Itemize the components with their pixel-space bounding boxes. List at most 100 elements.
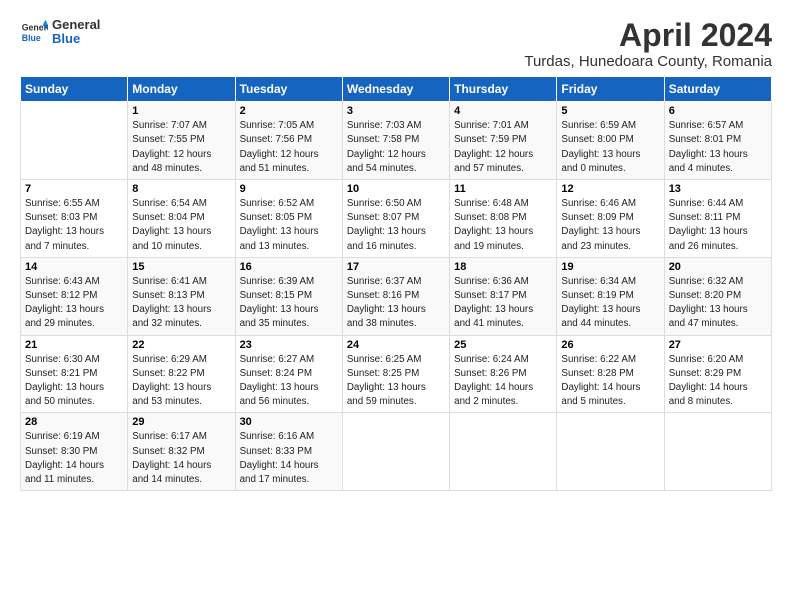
- day-info: Sunrise: 7:07 AM Sunset: 7:55 PM Dayligh…: [132, 119, 230, 176]
- day-number: 18: [454, 261, 552, 273]
- day-cell: 19Sunrise: 6:34 AM Sunset: 8:19 PM Dayli…: [557, 257, 664, 335]
- day-info: Sunrise: 6:43 AM Sunset: 8:12 PM Dayligh…: [25, 275, 123, 332]
- week-row-4: 21 Sunrise: 6:30 AM Sunset: 8:21 PM Dayli…: [21, 335, 772, 413]
- day-info: Sunrise: 6:29 AM Sunset: 8:22 PM Dayligh…: [132, 353, 230, 410]
- day-cell: 25 Sunrise: 6:24 AM Sunset: 8:26 PM Dayli…: [450, 335, 557, 413]
- day-info: Sunrise: 6:25 AM Sunset: 8:25 PM Dayligh…: [347, 353, 445, 410]
- logo-blue: Blue: [52, 32, 100, 46]
- day-cell: 27Sunrise: 6:20 AM Sunset: 8:29 PM Dayli…: [664, 335, 771, 413]
- day-cell: 20 Sunrise: 6:32 AM Sunset: 8:20 PM Dayli…: [664, 257, 771, 335]
- week-row-1: 1Sunrise: 7:07 AM Sunset: 7:55 PM Daylig…: [21, 102, 772, 180]
- day-info: Sunrise: 6:57 AM Sunset: 8:01 PM Dayligh…: [669, 119, 767, 176]
- day-cell: 1Sunrise: 7:07 AM Sunset: 7:55 PM Daylig…: [128, 102, 235, 180]
- day-info: Sunrise: 6:48 AM Sunset: 8:08 PM Dayligh…: [454, 197, 552, 254]
- day-cell: 4Sunrise: 7:01 AM Sunset: 7:59 PM Daylig…: [450, 102, 557, 180]
- day-cell: 8 Sunrise: 6:54 AM Sunset: 8:04 PM Daylig…: [128, 180, 235, 258]
- header-row: SundayMondayTuesdayWednesdayThursdayFrid…: [21, 77, 772, 102]
- day-number: 2: [240, 105, 338, 117]
- day-info: Sunrise: 6:37 AM Sunset: 8:16 PM Dayligh…: [347, 275, 445, 332]
- col-header-thursday: Thursday: [450, 77, 557, 102]
- day-info: Sunrise: 6:41 AM Sunset: 8:13 PM Dayligh…: [132, 275, 230, 332]
- day-cell: 5Sunrise: 6:59 AM Sunset: 8:00 PM Daylig…: [557, 102, 664, 180]
- day-number: 6: [669, 105, 767, 117]
- day-cell: 24 Sunrise: 6:25 AM Sunset: 8:25 PM Dayli…: [342, 335, 449, 413]
- col-header-monday: Monday: [128, 77, 235, 102]
- day-info: Sunrise: 6:54 AM Sunset: 8:04 PM Dayligh…: [132, 197, 230, 254]
- day-cell: 13 Sunrise: 6:44 AM Sunset: 8:11 PM Dayli…: [664, 180, 771, 258]
- day-number: 29: [132, 416, 230, 428]
- day-info: Sunrise: 6:27 AM Sunset: 8:24 PM Dayligh…: [240, 353, 338, 410]
- day-info: Sunrise: 6:50 AM Sunset: 8:07 PM Dayligh…: [347, 197, 445, 254]
- col-header-saturday: Saturday: [664, 77, 771, 102]
- day-number: 4: [454, 105, 552, 117]
- day-info: Sunrise: 6:19 AM Sunset: 8:30 PM Dayligh…: [25, 430, 123, 487]
- day-number: 26: [561, 339, 659, 351]
- day-number: 24: [347, 339, 445, 351]
- day-number: 25: [454, 339, 552, 351]
- day-number: 13: [669, 183, 767, 195]
- day-info: Sunrise: 6:36 AM Sunset: 8:17 PM Dayligh…: [454, 275, 552, 332]
- logo-general: General: [52, 18, 100, 32]
- day-number: 23: [240, 339, 338, 351]
- day-info: Sunrise: 6:16 AM Sunset: 8:33 PM Dayligh…: [240, 430, 338, 487]
- day-info: Sunrise: 6:44 AM Sunset: 8:11 PM Dayligh…: [669, 197, 767, 254]
- day-cell: 11 Sunrise: 6:48 AM Sunset: 8:08 PM Dayli…: [450, 180, 557, 258]
- page: General Blue General Blue April 2024 Tur…: [0, 0, 792, 612]
- day-cell: [664, 413, 771, 491]
- day-info: Sunrise: 6:46 AM Sunset: 8:09 PM Dayligh…: [561, 197, 659, 254]
- day-info: Sunrise: 7:03 AM Sunset: 7:58 PM Dayligh…: [347, 119, 445, 176]
- day-cell: 23 Sunrise: 6:27 AM Sunset: 8:24 PM Dayli…: [235, 335, 342, 413]
- day-cell: 26 Sunrise: 6:22 AM Sunset: 8:28 PM Dayli…: [557, 335, 664, 413]
- day-cell: 12 Sunrise: 6:46 AM Sunset: 8:09 PM Dayli…: [557, 180, 664, 258]
- day-cell: [450, 413, 557, 491]
- day-number: 14: [25, 261, 123, 273]
- day-info: Sunrise: 6:17 AM Sunset: 8:32 PM Dayligh…: [132, 430, 230, 487]
- day-number: 27: [669, 339, 767, 351]
- day-info: Sunrise: 6:52 AM Sunset: 8:05 PM Dayligh…: [240, 197, 338, 254]
- header: General Blue General Blue April 2024 Tur…: [20, 18, 772, 70]
- day-cell: 14 Sunrise: 6:43 AM Sunset: 8:12 PM Dayli…: [21, 257, 128, 335]
- day-info: Sunrise: 6:22 AM Sunset: 8:28 PM Dayligh…: [561, 353, 659, 410]
- day-number: 30: [240, 416, 338, 428]
- day-number: 9: [240, 183, 338, 195]
- day-number: 21: [25, 339, 123, 351]
- day-info: Sunrise: 6:32 AM Sunset: 8:20 PM Dayligh…: [669, 275, 767, 332]
- day-info: Sunrise: 6:30 AM Sunset: 8:21 PM Dayligh…: [25, 353, 123, 410]
- day-number: 8: [132, 183, 230, 195]
- week-row-5: 28 Sunrise: 6:19 AM Sunset: 8:30 PM Dayli…: [21, 413, 772, 491]
- day-number: 7: [25, 183, 123, 195]
- col-header-tuesday: Tuesday: [235, 77, 342, 102]
- col-header-sunday: Sunday: [21, 77, 128, 102]
- svg-text:Blue: Blue: [22, 33, 41, 43]
- day-cell: 22Sunrise: 6:29 AM Sunset: 8:22 PM Dayli…: [128, 335, 235, 413]
- day-cell: 30 Sunrise: 6:16 AM Sunset: 8:33 PM Dayli…: [235, 413, 342, 491]
- main-title: April 2024: [524, 18, 772, 53]
- col-header-wednesday: Wednesday: [342, 77, 449, 102]
- day-number: 19: [561, 261, 659, 273]
- day-cell: [557, 413, 664, 491]
- day-number: 11: [454, 183, 552, 195]
- day-number: 28: [25, 416, 123, 428]
- day-cell: [342, 413, 449, 491]
- day-cell: 17Sunrise: 6:37 AM Sunset: 8:16 PM Dayli…: [342, 257, 449, 335]
- week-row-2: 7Sunrise: 6:55 AM Sunset: 8:03 PM Daylig…: [21, 180, 772, 258]
- day-cell: 9 Sunrise: 6:52 AM Sunset: 8:05 PM Daylig…: [235, 180, 342, 258]
- week-row-3: 14 Sunrise: 6:43 AM Sunset: 8:12 PM Dayli…: [21, 257, 772, 335]
- day-cell: 7Sunrise: 6:55 AM Sunset: 8:03 PM Daylig…: [21, 180, 128, 258]
- day-cell: 3 Sunrise: 7:03 AM Sunset: 7:58 PM Daylig…: [342, 102, 449, 180]
- day-cell: 10Sunrise: 6:50 AM Sunset: 8:07 PM Dayli…: [342, 180, 449, 258]
- calendar-table: SundayMondayTuesdayWednesdayThursdayFrid…: [20, 76, 772, 491]
- day-number: 16: [240, 261, 338, 273]
- title-block: April 2024 Turdas, Hunedoara County, Rom…: [524, 18, 772, 70]
- day-cell: 16 Sunrise: 6:39 AM Sunset: 8:15 PM Dayli…: [235, 257, 342, 335]
- subtitle: Turdas, Hunedoara County, Romania: [524, 53, 772, 70]
- day-number: 20: [669, 261, 767, 273]
- day-number: 12: [561, 183, 659, 195]
- day-info: Sunrise: 6:39 AM Sunset: 8:15 PM Dayligh…: [240, 275, 338, 332]
- day-number: 5: [561, 105, 659, 117]
- day-cell: 18 Sunrise: 6:36 AM Sunset: 8:17 PM Dayli…: [450, 257, 557, 335]
- day-info: Sunrise: 6:24 AM Sunset: 8:26 PM Dayligh…: [454, 353, 552, 410]
- day-cell: [21, 102, 128, 180]
- day-info: Sunrise: 7:05 AM Sunset: 7:56 PM Dayligh…: [240, 119, 338, 176]
- day-number: 3: [347, 105, 445, 117]
